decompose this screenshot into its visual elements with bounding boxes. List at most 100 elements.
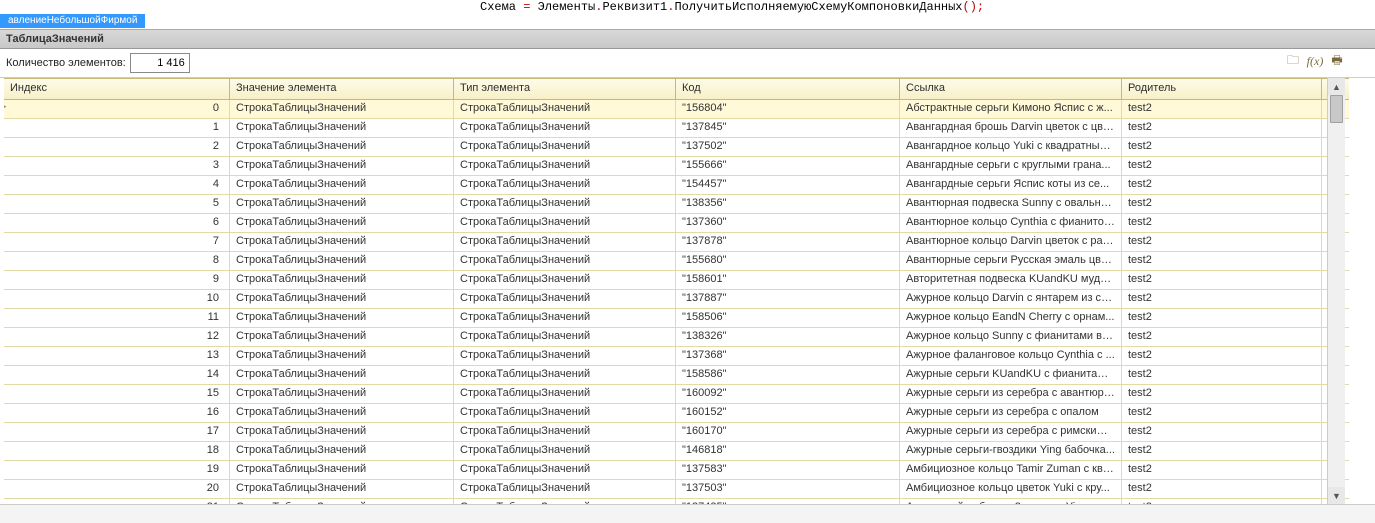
- cell-parent: test2: [1122, 214, 1322, 232]
- cell-index: 19: [4, 461, 230, 479]
- cell-type: СтрокаТаблицыЗначений: [454, 442, 676, 460]
- table-row[interactable]: 17СтрокаТаблицыЗначенийСтрокаТаблицыЗнач…: [4, 423, 1349, 442]
- calc-icon[interactable]: 🗀: [1285, 53, 1301, 69]
- cell-parent: test2: [1122, 347, 1322, 365]
- cell-type: СтрокаТаблицыЗначений: [454, 366, 676, 384]
- scroll-up-icon[interactable]: ▲: [1328, 78, 1345, 95]
- cell-index: 5: [4, 195, 230, 213]
- cell-type: СтрокаТаблицыЗначений: [454, 499, 676, 504]
- table-row[interactable]: 18СтрокаТаблицыЗначенийСтрокаТаблицыЗнач…: [4, 442, 1349, 461]
- table-row[interactable]: 1СтрокаТаблицыЗначенийСтрокаТаблицыЗначе…: [4, 119, 1349, 138]
- table-row[interactable]: 10СтрокаТаблицыЗначенийСтрокаТаблицыЗнач…: [4, 290, 1349, 309]
- print-icon[interactable]: 🖶: [1329, 53, 1345, 69]
- cell-value: СтрокаТаблицыЗначений: [230, 252, 454, 270]
- table-row[interactable]: 19СтрокаТаблицыЗначенийСтрокаТаблицыЗнач…: [4, 461, 1349, 480]
- table-row[interactable]: 12СтрокаТаблицыЗначенийСтрокаТаблицыЗнач…: [4, 328, 1349, 347]
- cell-type: СтрокаТаблицыЗначений: [454, 461, 676, 479]
- cell-index: 2: [4, 138, 230, 156]
- cell-value: СтрокаТаблицыЗначений: [230, 309, 454, 327]
- scroll-down-icon[interactable]: ▼: [1328, 487, 1345, 504]
- cell-parent: test2: [1122, 480, 1322, 498]
- table-row[interactable]: 15СтрокаТаблицыЗначенийСтрокаТаблицыЗнач…: [4, 385, 1349, 404]
- count-input[interactable]: [130, 53, 190, 73]
- header-value[interactable]: Значение элемента: [230, 79, 454, 99]
- table-body: ▸0СтрокаТаблицыЗначенийСтрокаТаблицыЗнач…: [4, 100, 1349, 504]
- table-row[interactable]: 6СтрокаТаблицыЗначенийСтрокаТаблицыЗначе…: [4, 214, 1349, 233]
- cell-code: "160170": [676, 423, 900, 441]
- cell-parent: test2: [1122, 290, 1322, 308]
- cell-parent: test2: [1122, 271, 1322, 289]
- cell-index: 13: [4, 347, 230, 365]
- cell-link: Авангардные серьги Яспис коты из се...: [900, 176, 1122, 194]
- scroll-track[interactable]: [1328, 95, 1345, 487]
- header-parent[interactable]: Родитель: [1122, 79, 1322, 99]
- vertical-scrollbar[interactable]: ▲ ▼: [1327, 78, 1345, 504]
- cell-index: 11: [4, 309, 230, 327]
- cell-code: "137887": [676, 290, 900, 308]
- cell-parent: test2: [1122, 157, 1322, 175]
- cell-parent: test2: [1122, 423, 1322, 441]
- table-row[interactable]: 13СтрокаТаблицыЗначенийСтрокаТаблицыЗнач…: [4, 347, 1349, 366]
- cell-parent: test2: [1122, 461, 1322, 479]
- cell-code: "155666": [676, 157, 900, 175]
- cell-index: 10: [4, 290, 230, 308]
- cell-type: СтрокаТаблицыЗначений: [454, 119, 676, 137]
- header-index[interactable]: Индекс: [4, 79, 230, 99]
- cell-parent: test2: [1122, 252, 1322, 270]
- status-bar: [0, 504, 1375, 523]
- cell-code: "138326": [676, 328, 900, 346]
- cell-type: СтрокаТаблицыЗначений: [454, 423, 676, 441]
- cell-value: СтрокаТаблицыЗначений: [230, 423, 454, 441]
- cell-link: Авантюрные серьги Русская эмаль цве...: [900, 252, 1122, 270]
- cell-parent: test2: [1122, 366, 1322, 384]
- cell-index: 1: [4, 119, 230, 137]
- cell-value: СтрокаТаблицыЗначений: [230, 271, 454, 289]
- cell-link: Ажурное кольцо Sunny с фианитами в у...: [900, 328, 1122, 346]
- table-row[interactable]: 8СтрокаТаблицыЗначенийСтрокаТаблицыЗначе…: [4, 252, 1349, 271]
- cell-parent: test2: [1122, 442, 1322, 460]
- count-label: Количество элементов:: [6, 57, 126, 69]
- cell-type: СтрокаТаблицыЗначений: [454, 404, 676, 422]
- cell-code: "146818": [676, 442, 900, 460]
- cell-value: СтрокаТаблицыЗначений: [230, 233, 454, 251]
- table-row[interactable]: 5СтрокаТаблицыЗначенийСтрокаТаблицыЗначе…: [4, 195, 1349, 214]
- cell-link: Амбициозное кольцо Tamir Zuman с ква...: [900, 461, 1122, 479]
- cell-value: СтрокаТаблицыЗначений: [230, 480, 454, 498]
- cell-value: СтрокаТаблицыЗначений: [230, 499, 454, 504]
- table-row[interactable]: 4СтрокаТаблицыЗначенийСтрокаТаблицыЗначе…: [4, 176, 1349, 195]
- cell-parent: test2: [1122, 309, 1322, 327]
- header-type[interactable]: Тип элемента: [454, 79, 676, 99]
- cell-type: СтрокаТаблицыЗначений: [454, 328, 676, 346]
- active-tab[interactable]: авлениеНебольшойФирмой: [0, 14, 145, 28]
- table-row[interactable]: 11СтрокаТаблицыЗначенийСтрокаТаблицыЗнач…: [4, 309, 1349, 328]
- table-row[interactable]: 9СтрокаТаблицыЗначенийСтрокаТаблицыЗначе…: [4, 271, 1349, 290]
- cell-link: Амбициозное кольцо цветок Yuki с кру...: [900, 480, 1122, 498]
- header-code[interactable]: Код: [676, 79, 900, 99]
- table-row[interactable]: 20СтрокаТаблицыЗначенийСтрокаТаблицыЗнач…: [4, 480, 1349, 499]
- cell-code: "158506": [676, 309, 900, 327]
- cell-index: 20: [4, 480, 230, 498]
- cell-link: Ажурные серьги из серебра с авантюри...: [900, 385, 1122, 403]
- cell-code: "160152": [676, 404, 900, 422]
- cell-index: 18: [4, 442, 230, 460]
- cell-index: 21: [4, 499, 230, 504]
- fx-icon[interactable]: f(x): [1307, 53, 1323, 69]
- cell-type: СтрокаТаблицыЗначений: [454, 252, 676, 270]
- table-row[interactable]: 14СтрокаТаблицыЗначенийСтрокаТаблицыЗнач…: [4, 366, 1349, 385]
- cell-value: СтрокаТаблицыЗначений: [230, 366, 454, 384]
- table-row[interactable]: 21СтрокаТаблицыЗначенийСтрокаТаблицыЗнач…: [4, 499, 1349, 504]
- cell-value: СтрокаТаблицыЗначений: [230, 138, 454, 156]
- table-row[interactable]: 16СтрокаТаблицыЗначенийСтрокаТаблицыЗнач…: [4, 404, 1349, 423]
- table-row[interactable]: 2СтрокаТаблицыЗначенийСтрокаТаблицыЗначе…: [4, 138, 1349, 157]
- scroll-thumb[interactable]: [1330, 95, 1343, 123]
- cell-parent: test2: [1122, 100, 1322, 118]
- cell-code: "158601": [676, 271, 900, 289]
- cell-type: СтрокаТаблицыЗначений: [454, 347, 676, 365]
- cell-parent: test2: [1122, 233, 1322, 251]
- cell-index: 8: [4, 252, 230, 270]
- table-row[interactable]: 3СтрокаТаблицыЗначенийСтрокаТаблицыЗначе…: [4, 157, 1349, 176]
- table-row[interactable]: 7СтрокаТаблицыЗначенийСтрокаТаблицыЗначе…: [4, 233, 1349, 252]
- table-row[interactable]: ▸0СтрокаТаблицыЗначенийСтрокаТаблицыЗнач…: [4, 100, 1349, 119]
- cell-type: СтрокаТаблицыЗначений: [454, 233, 676, 251]
- header-link[interactable]: Ссылка: [900, 79, 1122, 99]
